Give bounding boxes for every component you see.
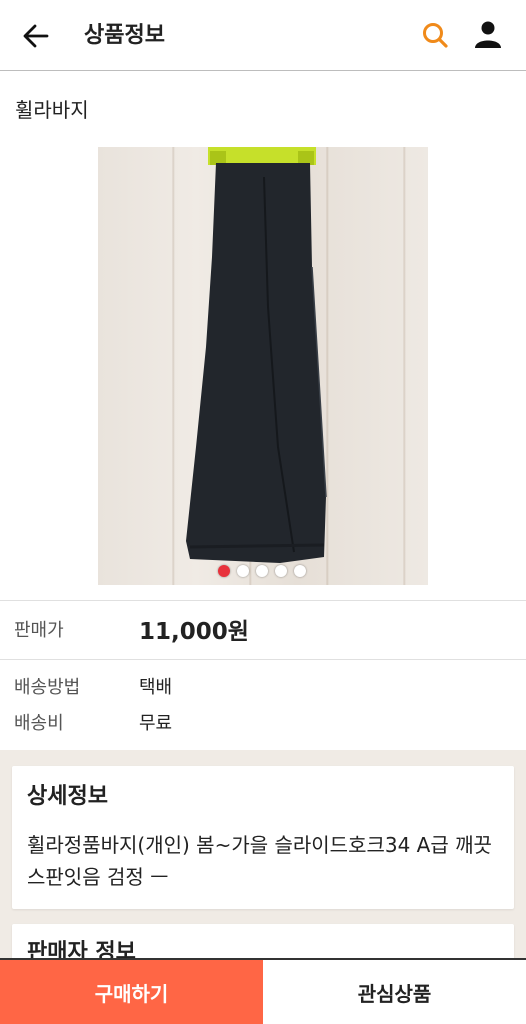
carousel-indicator	[218, 565, 306, 577]
back-button[interactable]	[18, 18, 54, 54]
bottom-action-bar: 구매하기 관심상품	[0, 958, 526, 1024]
carousel-next-icon[interactable]	[454, 352, 474, 386]
user-icon	[475, 21, 501, 48]
divider	[0, 600, 526, 601]
search-icon	[423, 23, 448, 48]
shipping-fee-label: 배송비	[14, 713, 64, 734]
product-photo[interactable]	[98, 147, 428, 585]
carousel-dot[interactable]	[294, 565, 306, 577]
product-name: 휠라바지	[15, 98, 89, 122]
search-button[interactable]	[418, 18, 452, 52]
price-value: 11,000원	[139, 619, 249, 645]
wishlist-button[interactable]: 관심상품	[263, 960, 526, 1024]
page-title: 상품정보	[84, 23, 165, 48]
carousel-dot[interactable]	[218, 565, 230, 577]
trousers-image	[186, 147, 327, 563]
detail-text: 휠라정품바지(개인) 봄~가을 슬라이드호크34 A급 깨끗 스판잇음 검정 ㅡ	[27, 833, 492, 889]
divider	[0, 659, 526, 660]
carousel-prev-icon[interactable]	[52, 352, 72, 386]
shipping-fee-value: 무료	[139, 713, 173, 734]
carousel-dot[interactable]	[275, 565, 287, 577]
app-header: 상품정보	[0, 0, 526, 71]
carousel-dot[interactable]	[256, 565, 268, 577]
image-carousel[interactable]	[0, 147, 526, 585]
detail-title: 상세정보	[27, 784, 108, 809]
price-label: 판매가	[14, 620, 64, 641]
carousel-dot[interactable]	[237, 565, 249, 577]
back-arrow-icon	[23, 24, 49, 48]
shipping-method-value: 택배	[139, 677, 173, 698]
buy-button[interactable]: 구매하기	[0, 960, 263, 1024]
shipping-method-label: 배송방법	[14, 677, 81, 698]
user-button[interactable]	[470, 16, 506, 52]
detail-card: 상세정보 휠라정품바지(개인) 봄~가을 슬라이드호크34 A급 깨끗 스판잇음…	[12, 766, 514, 909]
